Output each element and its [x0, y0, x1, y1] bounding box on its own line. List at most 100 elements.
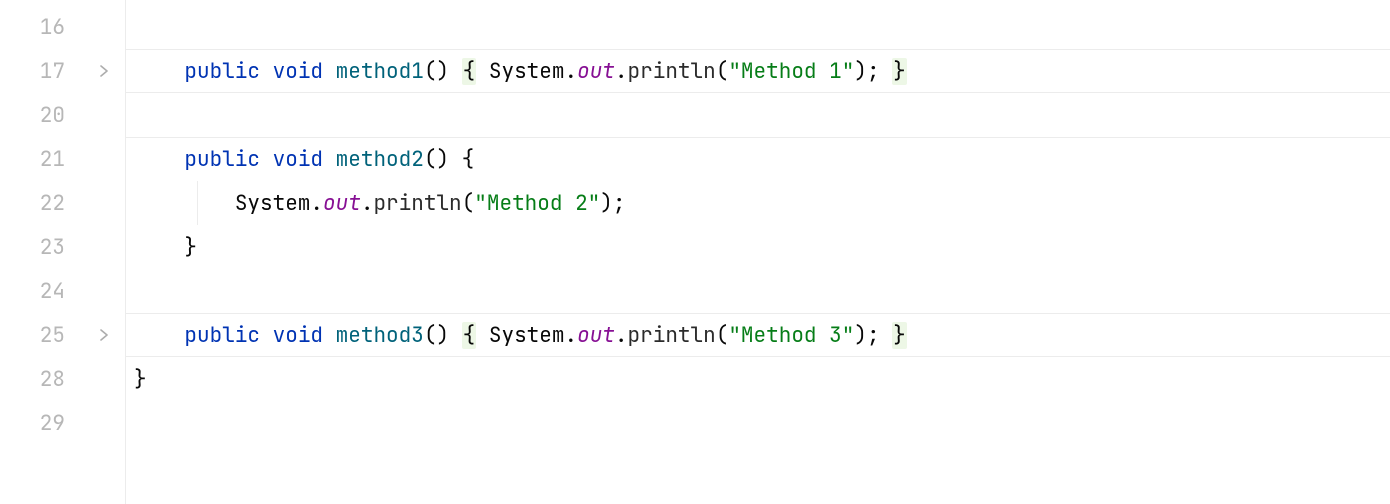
gutter-row: 22 — [0, 181, 125, 225]
code-token — [449, 146, 462, 173]
code-token: } — [184, 234, 197, 261]
line-number: 22 — [0, 190, 93, 217]
code-token — [880, 58, 893, 85]
code-token — [134, 58, 184, 85]
gutter-row: 21 — [0, 137, 125, 181]
code-token: public — [184, 146, 260, 173]
code-line[interactable] — [126, 269, 1390, 313]
code-token: method1 — [336, 58, 424, 85]
line-number: 28 — [0, 366, 93, 393]
code-token: System — [489, 322, 565, 349]
code-token — [323, 146, 336, 173]
code-token — [134, 146, 184, 173]
code-token — [260, 322, 273, 349]
code-token: System — [235, 190, 311, 217]
code-token: ; — [867, 322, 880, 349]
code-token: ( — [716, 322, 729, 349]
code-token: } — [134, 366, 147, 393]
code-token: . — [615, 58, 628, 85]
line-number: 20 — [0, 102, 93, 129]
code-line[interactable] — [126, 401, 1390, 445]
code-token: () — [424, 58, 449, 85]
code-token: ( — [716, 58, 729, 85]
gutter-row: 23 — [0, 225, 125, 269]
code-token: } — [892, 322, 907, 349]
code-line[interactable]: public void method2() { — [126, 137, 1390, 181]
code-token: () — [424, 322, 449, 349]
code-token: out — [577, 58, 615, 85]
code-token: public — [184, 322, 260, 349]
indent-guide — [197, 181, 198, 225]
code-token: ; — [867, 58, 880, 85]
code-token: } — [892, 58, 907, 85]
code-line[interactable]: } — [126, 357, 1390, 401]
code-token: public — [184, 58, 260, 85]
line-number: 24 — [0, 278, 93, 305]
code-token: . — [564, 58, 577, 85]
line-number: 17 — [0, 58, 93, 85]
code-token: void — [273, 146, 323, 173]
code-token — [449, 58, 462, 85]
code-token — [134, 322, 184, 349]
code-token — [134, 190, 235, 217]
gutter-row: 17 — [0, 49, 125, 93]
code-token: { — [462, 322, 477, 349]
code-token — [880, 322, 893, 349]
gutter: 16 17 20 21 22 23 24 25 28 29 — [0, 0, 126, 504]
gutter-row: 28 — [0, 357, 125, 401]
gutter-row: 25 — [0, 313, 125, 357]
gutter-row: 24 — [0, 269, 125, 313]
code-token — [476, 322, 489, 349]
code-token: void — [273, 322, 323, 349]
gutter-row: 20 — [0, 93, 125, 137]
line-number: 16 — [0, 14, 93, 41]
code-token — [260, 146, 273, 173]
code-line[interactable]: public void method1() { System.out.print… — [126, 49, 1390, 93]
code-token: method3 — [336, 322, 424, 349]
code-token: println — [628, 322, 716, 349]
code-editor[interactable]: 16 17 20 21 22 23 24 25 28 29 public void method1… — [0, 0, 1390, 504]
line-number: 25 — [0, 322, 93, 349]
gutter-row: 16 — [0, 5, 125, 49]
code-line[interactable]: System.out.println("Method 2"); — [126, 181, 1390, 225]
line-number: 23 — [0, 234, 93, 261]
code-token: ) — [854, 322, 867, 349]
code-token: System — [489, 58, 565, 85]
code-token: ) — [854, 58, 867, 85]
code-token: ( — [462, 190, 475, 217]
code-token — [449, 322, 462, 349]
code-token: "Method 3" — [728, 322, 854, 349]
code-line[interactable]: public void method3() { System.out.print… — [126, 313, 1390, 357]
code-token: out — [577, 322, 615, 349]
code-token: ) — [600, 190, 613, 217]
code-token — [260, 58, 273, 85]
code-token: println — [628, 58, 716, 85]
code-line[interactable]: } — [126, 225, 1390, 269]
code-token — [323, 322, 336, 349]
code-token: "Method 1" — [728, 58, 854, 85]
code-token: "Method 2" — [474, 190, 600, 217]
code-token: . — [310, 190, 323, 217]
code-line[interactable] — [126, 93, 1390, 137]
code-token — [476, 58, 489, 85]
fold-toggle-icon[interactable] — [93, 329, 115, 341]
code-token: { — [462, 58, 477, 85]
code-line[interactable] — [126, 5, 1390, 49]
code-token: println — [373, 190, 461, 217]
code-token: . — [361, 190, 374, 217]
code-token: () — [424, 146, 449, 173]
code-token: method2 — [336, 146, 424, 173]
code-token: . — [615, 322, 628, 349]
code-token: . — [564, 322, 577, 349]
code-token: { — [462, 146, 475, 173]
fold-toggle-icon[interactable] — [93, 65, 115, 77]
code-token: ; — [613, 190, 626, 217]
line-number: 21 — [0, 146, 93, 173]
code-token: out — [323, 190, 361, 217]
code-token: void — [273, 58, 323, 85]
code-token — [134, 234, 184, 261]
code-area[interactable]: public void method1() { System.out.print… — [126, 0, 1390, 504]
gutter-row: 29 — [0, 401, 125, 445]
code-token — [323, 58, 336, 85]
line-number: 29 — [0, 410, 93, 437]
